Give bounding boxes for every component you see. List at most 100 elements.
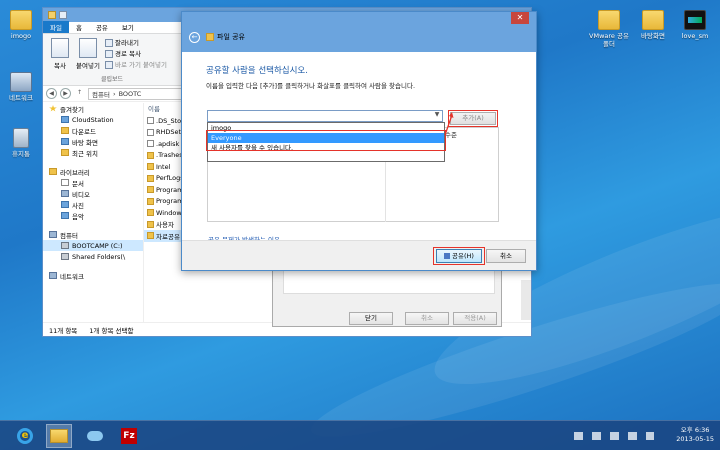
desktop-icon-label: imogo	[10, 32, 32, 40]
nav-item-cloudstation[interactable]: CloudStation	[43, 114, 143, 125]
desktop-icon-recycle-bin[interactable]: 휴지통	[0, 128, 44, 158]
file-name: .Trashes	[156, 151, 183, 160]
desktop-icon-vmware-shared[interactable]: VMware 공유 폴더	[586, 10, 632, 48]
file-row[interactable]: Windows	[144, 207, 185, 219]
file-row[interactable]: 자료공유	[144, 230, 185, 242]
file-row[interactable]: 사용자	[144, 219, 185, 231]
nav-item-bootcamp[interactable]: BOOTCAMP (C:)	[43, 240, 143, 251]
paste-button[interactable]: 붙여넣기	[73, 38, 103, 70]
file-name: Intel	[156, 162, 171, 171]
file-name: 사용자	[156, 221, 174, 230]
close-icon[interactable]: ✕	[511, 12, 529, 24]
apply-button[interactable]: 적용(A)	[453, 312, 497, 325]
file-row[interactable]: RHDSet	[144, 127, 185, 139]
nav-item-documents[interactable]: 문서	[43, 177, 143, 188]
dialog-instruction: 이름을 입력한 다음 [추가]를 클릭하거나 화살표를 클릭하여 사람을 찾습니…	[206, 82, 416, 90]
chevron-down-icon[interactable]: ▼	[432, 111, 442, 121]
taskbar-ie[interactable]: e	[12, 424, 38, 448]
nav-libraries[interactable]: 라이브러리	[43, 166, 143, 177]
network-tray-icon[interactable]	[610, 432, 619, 440]
copy-button[interactable]: 복사	[49, 38, 71, 70]
clock-date: 2013-05-15	[676, 435, 714, 443]
paste-icon	[79, 38, 97, 58]
highlight-share-button	[433, 247, 485, 265]
file-icon	[147, 117, 154, 125]
copy-icon	[51, 38, 69, 58]
file-row[interactable]: Program	[144, 184, 185, 196]
nav-item-label: 문서	[72, 179, 84, 188]
taskbar-explorer[interactable]	[46, 424, 72, 448]
dialog-title-text: 파일 공유	[217, 33, 245, 41]
desktop-icon-imogo[interactable]: imogo	[0, 10, 44, 40]
video-file-icon	[684, 10, 706, 30]
back-button[interactable]: ◀	[46, 88, 57, 99]
scrollbar[interactable]	[521, 280, 531, 320]
clipboard-group-label: 클립보드	[101, 76, 124, 83]
file-row[interactable]: Program	[144, 196, 185, 208]
nav-favorites[interactable]: 즐겨찾기	[43, 103, 143, 114]
share-folder-icon	[206, 33, 214, 41]
column-header-name[interactable]: 이름	[144, 103, 185, 115]
quick-access-properties-icon[interactable]	[59, 11, 67, 19]
nav-item-desktop[interactable]: 바탕 화면	[43, 136, 143, 147]
file-row[interactable]: PerfLogs	[144, 173, 185, 185]
file-icon	[147, 128, 154, 136]
cancel-button[interactable]: 취소	[486, 249, 526, 263]
dialog-titlebar[interactable]: ✕ ← 파일 공유	[182, 12, 536, 52]
file-row[interactable]: .apdisk	[144, 138, 185, 150]
up-button[interactable]: ↑	[74, 88, 85, 99]
paste-shortcut-button[interactable]: 바로 가기 붙여넣기	[105, 59, 167, 69]
nav-item-videos[interactable]: 비디오	[43, 188, 143, 199]
nav-favorites-label: 즐겨찾기	[60, 105, 84, 114]
taskbar-cloudstation[interactable]	[82, 424, 108, 448]
file-explorer-icon	[50, 429, 68, 443]
file-row[interactable]: .Trashes	[144, 150, 185, 162]
paste-shortcut-icon	[105, 61, 113, 69]
nav-item-recent[interactable]: 최근 위치	[43, 147, 143, 158]
nav-item-shared-folders[interactable]: Shared Folders(\	[43, 251, 143, 262]
quick-access-folder-icon[interactable]	[48, 11, 56, 19]
copy-path-button[interactable]: 경로 복사	[105, 48, 141, 58]
nav-item-music[interactable]: 음악	[43, 210, 143, 221]
input-method-icon[interactable]	[646, 432, 654, 440]
tab-view[interactable]: 보기	[115, 21, 141, 33]
breadcrumb-bootcamp[interactable]: BOOTC	[119, 90, 142, 98]
clock[interactable]: 오후 6:36 2013-05-15	[676, 426, 714, 444]
folder-icon	[147, 209, 154, 217]
selection-count: 1개 항목 선택함	[89, 326, 134, 335]
file-name: Program	[156, 185, 184, 194]
nav-item-downloads[interactable]: 다운로드	[43, 125, 143, 136]
properties-dialog: 닫기 취소 적용(A)	[272, 265, 502, 327]
file-row[interactable]: Intel	[144, 161, 185, 173]
back-arrow-icon[interactable]: ←	[189, 32, 200, 43]
tab-file[interactable]: 파일	[43, 21, 69, 33]
breadcrumb-computer[interactable]: 컴퓨터	[92, 89, 110, 99]
nav-libraries-label: 라이브러리	[60, 168, 90, 177]
name-input[interactable]: ▼	[207, 110, 443, 122]
nav-network[interactable]: 네트워크	[43, 270, 143, 281]
library-icon	[49, 168, 57, 175]
navigation-pane: 즐겨찾기 CloudStation 다운로드 바탕 화면 최근 위치 라이브러리…	[43, 103, 143, 323]
tab-share[interactable]: 공유	[89, 21, 115, 33]
nav-item-pictures[interactable]: 사진	[43, 199, 143, 210]
taskbar-filezilla[interactable]: Fz	[116, 424, 142, 448]
nav-network-label: 네트워크	[60, 272, 84, 281]
cancel-button[interactable]: 취소	[405, 312, 449, 325]
file-row[interactable]: .DS_Stor	[144, 115, 185, 127]
flag-icon[interactable]	[592, 432, 601, 440]
nav-computer[interactable]: 컴퓨터	[43, 229, 143, 240]
desktop-icon-desktop-folder[interactable]: 바탕화면	[630, 10, 676, 40]
nav-item-label: 사진	[72, 201, 84, 210]
tab-home[interactable]: 홈	[69, 21, 89, 33]
desktop-icon-love-sm[interactable]: love_sm	[672, 10, 718, 40]
folder-icon	[147, 151, 154, 159]
keyboard-icon[interactable]	[574, 432, 583, 440]
forward-button[interactable]: ▶	[60, 88, 71, 99]
annotation-arrow	[444, 112, 454, 136]
volume-icon[interactable]	[628, 432, 637, 440]
desktop-icon-network[interactable]: 네트워크	[0, 72, 44, 102]
cut-button[interactable]: 잘라내기	[105, 37, 139, 47]
close-button[interactable]: 닫기	[349, 312, 393, 325]
desktop-icon-label: 휴지통	[12, 150, 30, 158]
documents-icon	[61, 179, 69, 186]
